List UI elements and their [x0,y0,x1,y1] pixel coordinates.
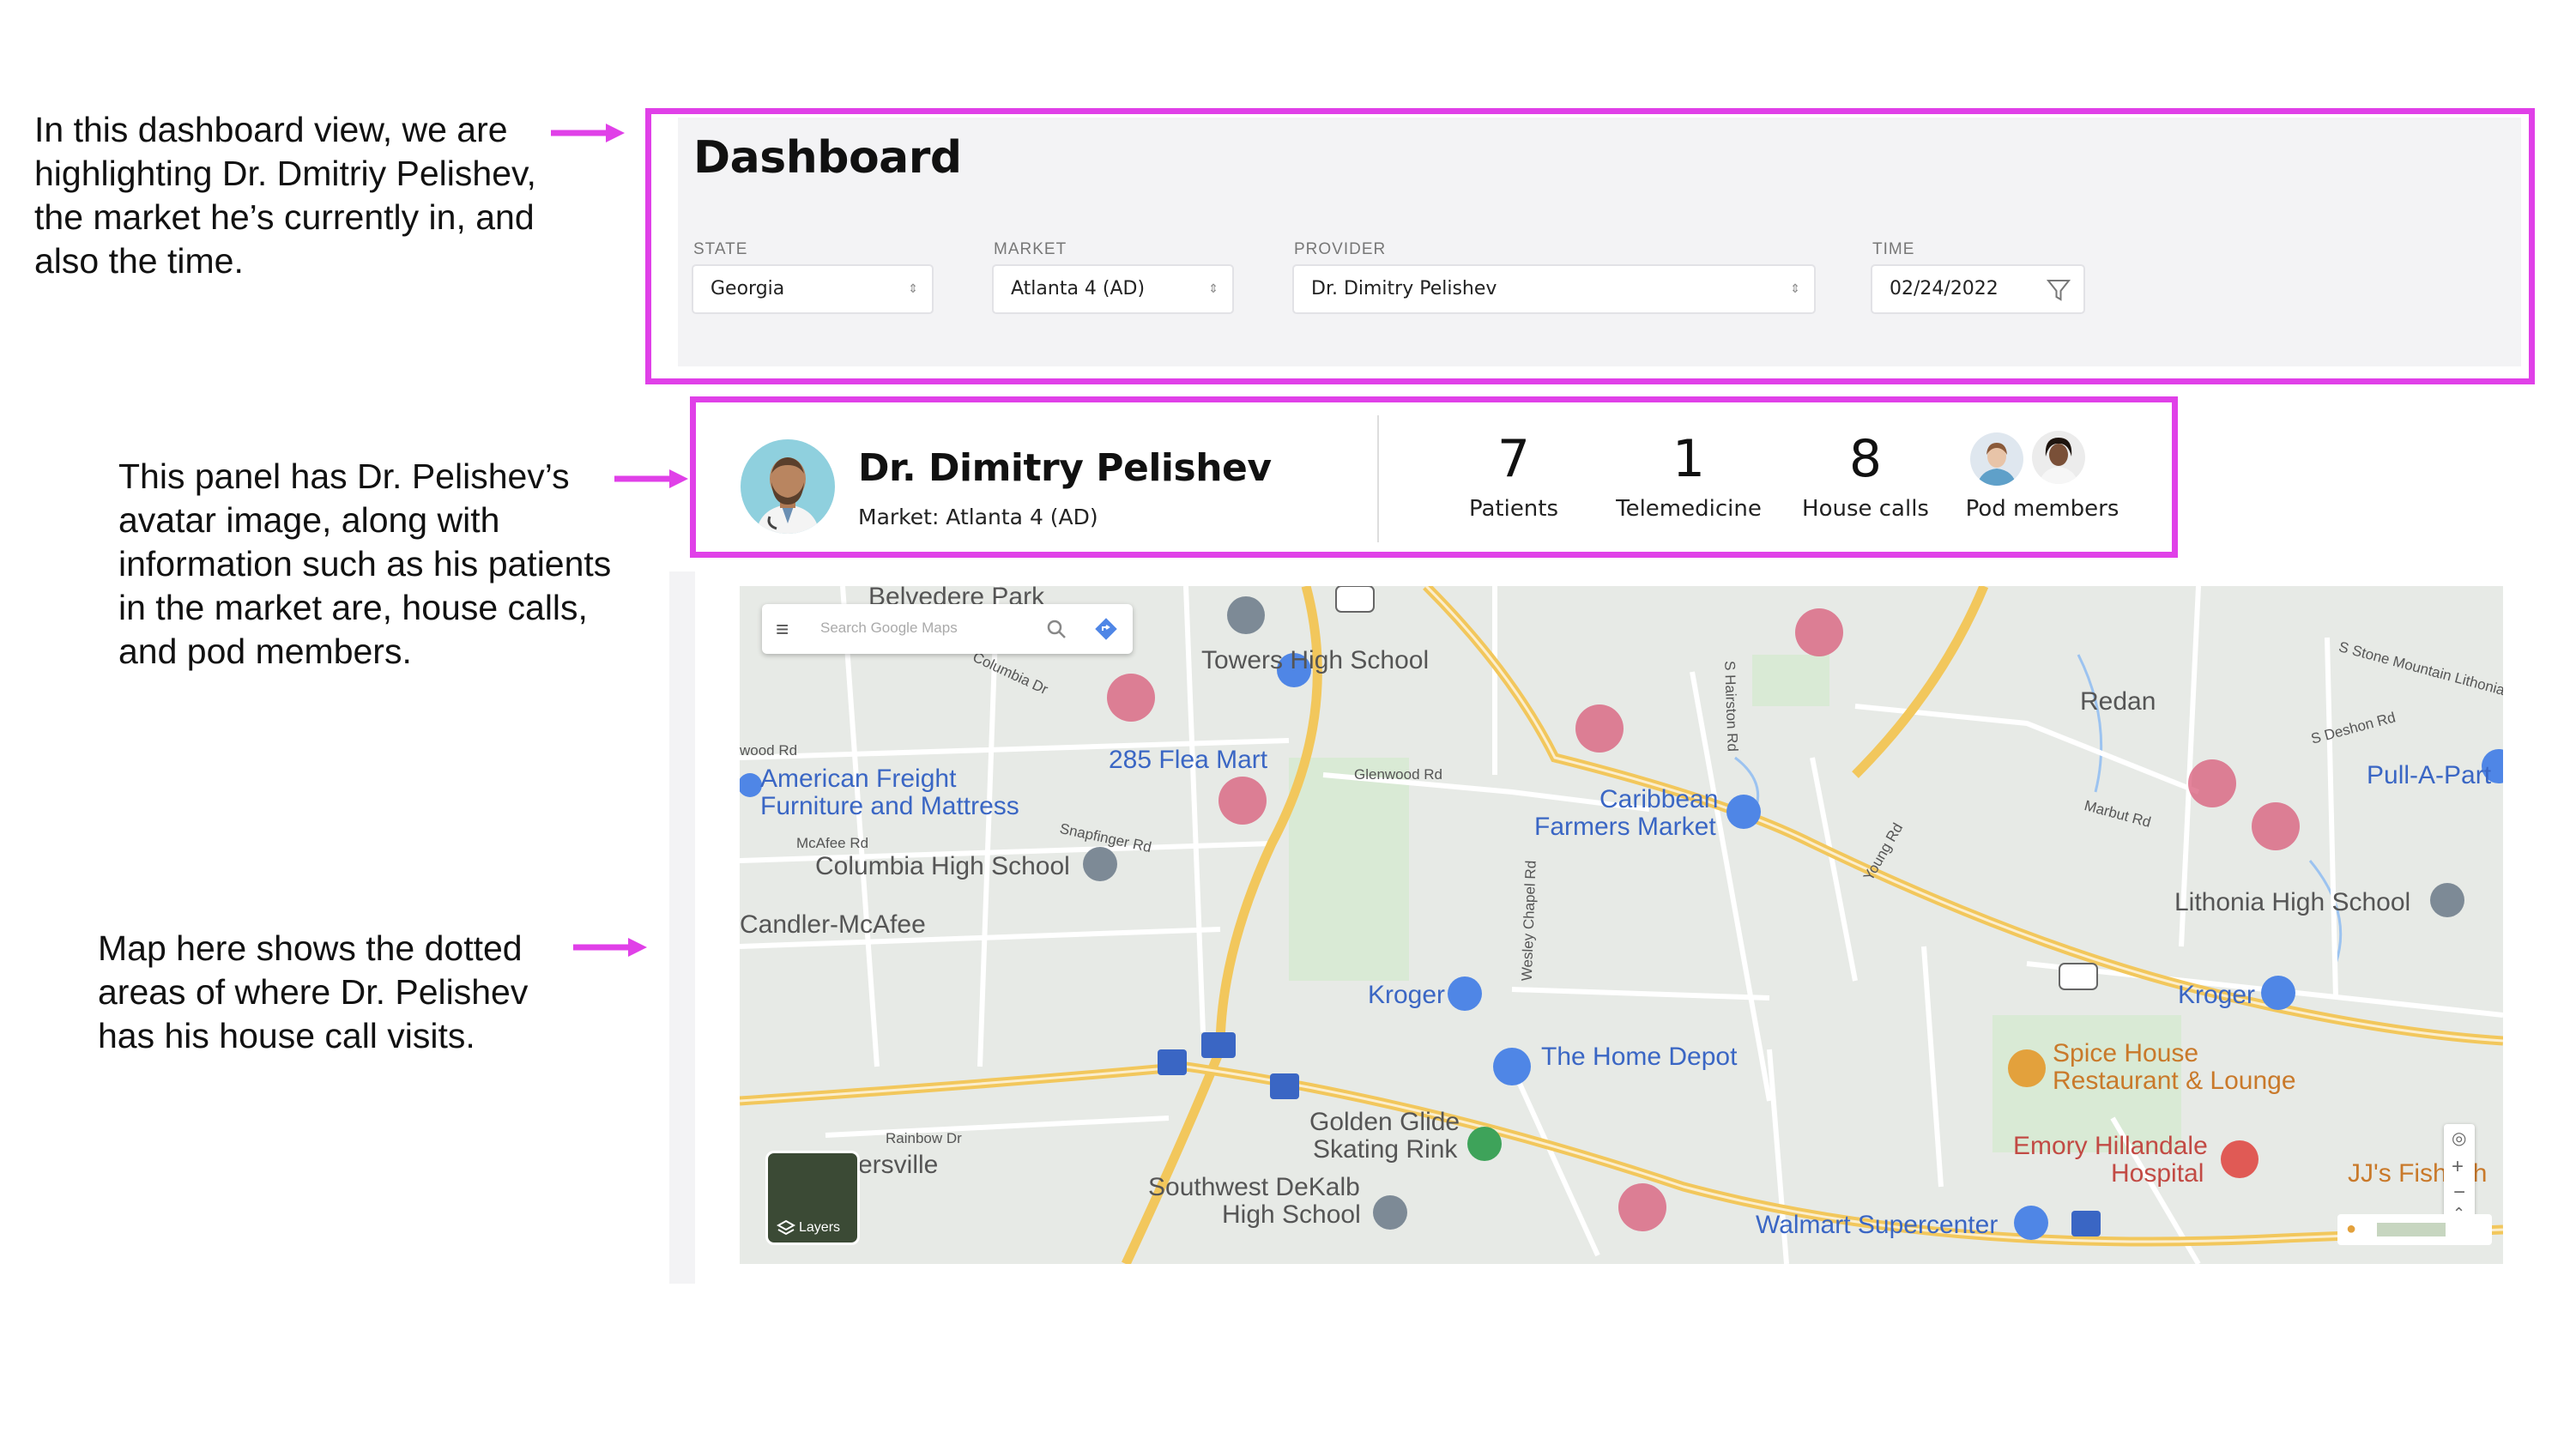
my-location-icon[interactable]: ◎ [2452,1128,2466,1149]
patients-count: 7 [1497,429,1531,489]
layers-icon [777,1219,795,1236]
map-footer-controls[interactable]: ● [2337,1214,2492,1245]
pod-member-avatar[interactable] [1968,431,2025,487]
annotation-map-note: Map here shows the dotted areas of where… [98,928,529,1055]
state-select-value: Georgia [711,278,785,299]
road-label: wood Rd [740,742,798,759]
divider [1377,415,1379,542]
annotation-arrow-1 [551,124,625,142]
house-call-dot[interactable] [1795,608,1843,656]
provider-select[interactable]: Dr. Dimitry Pelishev ⇕ [1292,264,1816,314]
map-type-thumbnail[interactable] [2377,1223,2446,1236]
house-calls-label: House calls [1802,496,1929,522]
map-label: Farmers Market [1534,813,1716,841]
state-label: STATE [693,240,748,258]
annotation-arrow-2 [614,469,688,488]
annotation-provider-note: This panel has Dr. Pelishev’s avatar ima… [118,456,612,671]
road-label: McAfee Rd [796,835,869,851]
house-calls-map[interactable]: Belvedere Park Towers High School 285 Fl… [740,586,2503,1264]
hamburger-menu-icon[interactable]: ≡ [776,616,789,643]
map-label: Restaurant & Lounge [2053,1067,2296,1095]
map-label: Columbia High School [815,852,1070,880]
house-call-dot[interactable] [1218,777,1267,825]
pegman-icon[interactable]: ● [2346,1219,2356,1239]
time-field[interactable]: 02/24/2022 [1871,264,2085,314]
map-label: Emory Hillandale [2013,1132,2208,1160]
map-roads [740,586,2503,1264]
zoom-out-button[interactable]: − [2453,1181,2465,1205]
map-label: 285 Flea Mart [1109,746,1268,774]
page-title: Dashboard [693,132,962,184]
search-icon[interactable] [1045,618,1067,640]
map-label: Lithonia High School [2174,888,2411,916]
map-label: Kroger [2178,981,2256,1009]
house-call-dot[interactable] [1575,704,1624,753]
road-label: Glenwood Rd [1354,766,1443,783]
chevron-updown-icon: ⇕ [1790,282,1800,296]
market-select-value: Atlanta 4 (AD) [1011,278,1146,299]
map-zoom-controls[interactable]: ◎ + − ⌃ [2444,1124,2475,1227]
map-label: American Freight [760,765,957,793]
house-call-dot[interactable] [2188,759,2236,807]
provider-name: Dr. Dimitry Pelishev [858,446,1272,490]
map-label: Redan [2080,687,2156,716]
map-label: Hospital [2111,1159,2204,1188]
market-select[interactable]: Atlanta 4 (AD) ⇕ [992,264,1234,314]
map-label: Skating Rink [1313,1135,1458,1164]
filter-icon[interactable] [2046,277,2071,303]
time-field-value: 02/24/2022 [1890,278,1999,299]
state-select[interactable]: Georgia ⇕ [692,264,934,314]
map-label: Walmart Supercenter [1756,1211,1999,1239]
house-call-dot[interactable] [2252,802,2300,850]
directions-icon[interactable] [1093,616,1119,642]
map-label: Towers High School [1201,646,1430,674]
provider-avatar [741,439,835,534]
pod-member-avatar[interactable] [2030,429,2087,486]
map-layers-button[interactable]: Layers [765,1151,860,1245]
house-call-dot[interactable] [1618,1183,1666,1231]
provider-market: Market: Atlanta 4 (AD) [858,505,1098,529]
annotation-dashboard-note: In this dashboard view, we are highlight… [34,110,536,281]
zoom-in-button[interactable]: + [2452,1155,2464,1179]
provider-label: PROVIDER [1294,240,1387,258]
map-label: Pull-A-Part [2367,761,2492,789]
telemedicine-count: 1 [1672,429,1706,489]
chevron-updown-icon: ⇕ [1208,282,1218,296]
road-label: S Hairston Rd [1721,660,1741,753]
content-side-strip [669,571,695,1284]
chevron-updown-icon: ⇕ [908,282,918,296]
map-label: Kroger [1368,981,1446,1009]
map-label: Furniture and Mattress [760,792,1019,820]
map-label: ersville [858,1151,939,1179]
house-call-dot[interactable] [1107,674,1155,722]
map-label: The Home Depot [1541,1043,1738,1071]
market-label: MARKET [994,240,1067,258]
map-search-bar[interactable]: ≡ Search Google Maps [762,604,1133,654]
map-label: Candler-McAfee [740,910,926,939]
time-label: TIME [1872,240,1915,258]
map-label: Spice House [2053,1039,2199,1067]
pod-members-label: Pod members [1965,496,2119,522]
house-calls-count: 8 [1848,429,1883,489]
provider-select-value: Dr. Dimitry Pelishev [1311,278,1497,299]
road-label: Rainbow Dr [886,1130,962,1146]
layers-label: Layers [799,1220,841,1235]
map-label: Golden Glide [1309,1108,1460,1136]
map-search-input[interactable]: Search Google Maps [820,620,958,637]
map-label: Southwest DeKalb [1148,1173,1360,1201]
telemedicine-label: Telemedicine [1616,496,1762,522]
map-label: High School [1222,1200,1361,1229]
annotation-arrow-3 [573,938,647,957]
map-label: Caribbean [1599,785,1719,813]
